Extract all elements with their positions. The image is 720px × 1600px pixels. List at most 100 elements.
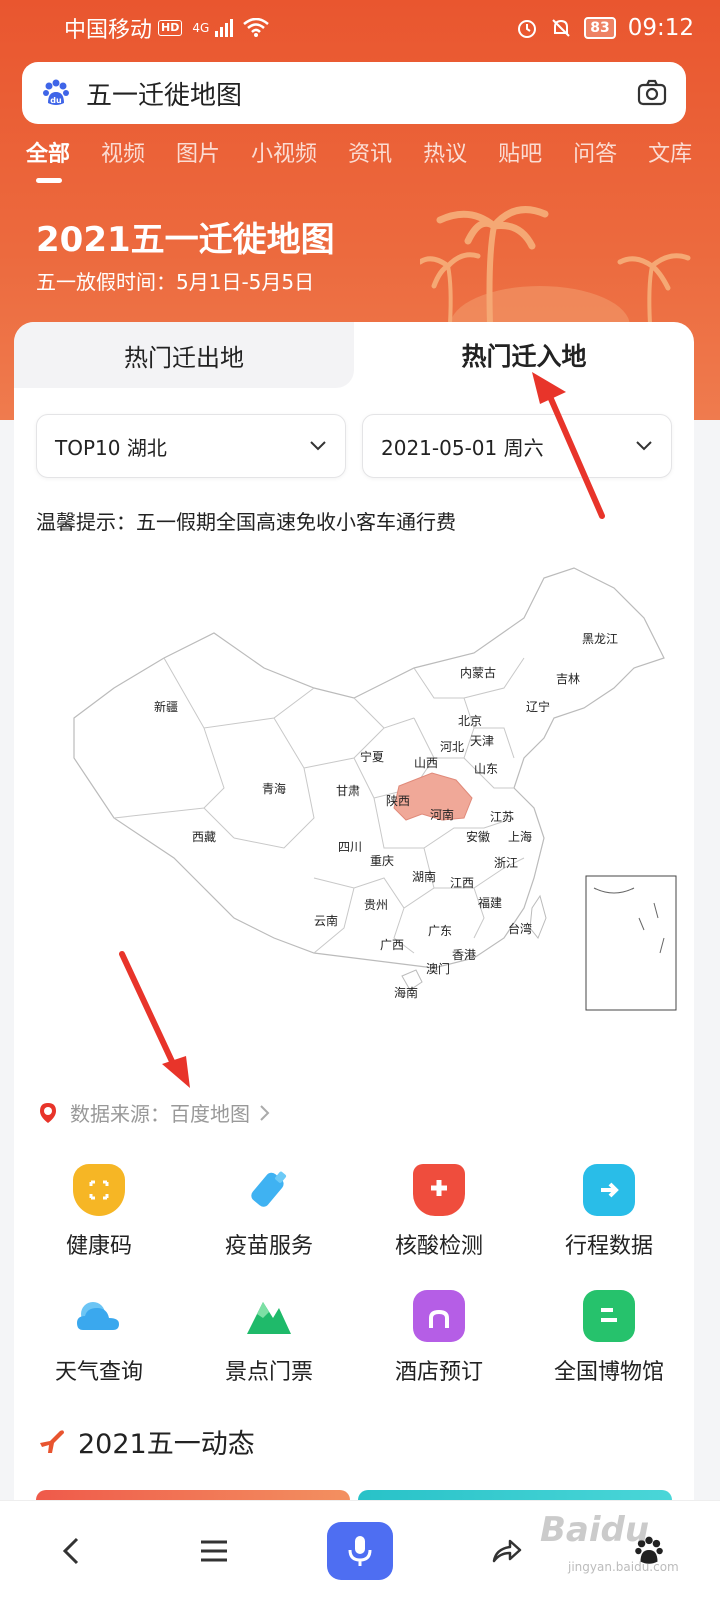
- svg-text:du: du: [50, 96, 62, 105]
- signal-icon: [215, 19, 234, 37]
- region-select-value: TOP10 湖北: [55, 435, 167, 460]
- province-label: 甘肃: [336, 784, 361, 798]
- province-label: 黑龙江: [582, 632, 619, 646]
- province-label: 西藏: [192, 830, 217, 844]
- palm-trees-illustration: [420, 206, 691, 326]
- weather-icon: [73, 1290, 125, 1342]
- tab-qa[interactable]: 问答: [573, 136, 617, 168]
- back-button[interactable]: [41, 1521, 101, 1581]
- province-label: 江苏: [490, 810, 515, 824]
- tab-video[interactable]: 视频: [101, 136, 145, 168]
- province-label: 内蒙古: [460, 666, 497, 680]
- province-label: 山西: [414, 756, 439, 770]
- province-label: 湖南: [412, 870, 437, 884]
- province-label: 重庆: [370, 854, 395, 868]
- nucleic-test-icon: [413, 1164, 465, 1216]
- service-grid: 健康码 疫苗服务 核酸检测 行程数据 天气查询 景点门票 酒店预订 全国博物馆: [14, 1164, 694, 1386]
- status-bar: 中国移动 HD 4G 83 09:12: [0, 0, 720, 56]
- share-button[interactable]: [476, 1521, 536, 1581]
- province-label: 海南: [394, 986, 419, 1000]
- service-museum[interactable]: 全国博物馆: [524, 1290, 694, 1386]
- clock: 09:12: [627, 15, 694, 41]
- tab-outbound[interactable]: 热门迁出地: [14, 322, 354, 388]
- baidu-watermark: Baidu: [540, 1510, 650, 1550]
- province-label: 江西: [450, 876, 475, 890]
- tab-images[interactable]: 图片: [176, 136, 220, 168]
- airplane-icon: [40, 1429, 64, 1453]
- hero-title: 2021五一迁徙地图: [36, 220, 335, 260]
- migration-card: 热门迁出地 热门迁入地 TOP10 湖北 2021-05-01 周六 温馨提示：…: [14, 322, 694, 1522]
- camera-icon[interactable]: [636, 77, 668, 109]
- health-code-icon: [73, 1164, 125, 1216]
- date-select-value: 2021-05-01 周六: [381, 435, 544, 460]
- chevron-right-icon: [260, 1104, 270, 1121]
- search-box[interactable]: du 五一迁徙地图: [22, 62, 686, 124]
- service-weather[interactable]: 天气查询: [14, 1290, 184, 1386]
- alarm-icon: [518, 20, 537, 38]
- menu-icon: [201, 1540, 228, 1561]
- china-map[interactable]: 黑龙江 吉林 辽宁 内蒙古 新疆 北京 天津 河北 宁夏 山西 山东 青海 甘肃…: [54, 558, 694, 1028]
- tab-all[interactable]: 全部: [26, 136, 70, 183]
- province-label: 新疆: [154, 700, 179, 714]
- chevron-down-icon: [636, 441, 652, 451]
- search-tabs: 全部 视频 图片 小视频 资讯 热议 贴吧 问答 文库: [26, 136, 692, 183]
- province-label: 山东: [474, 762, 499, 776]
- date-select[interactable]: 2021-05-01 周六: [362, 414, 672, 478]
- menu-button[interactable]: [184, 1521, 244, 1581]
- province-label: 四川: [338, 840, 363, 854]
- service-hotel[interactable]: 酒店预订: [354, 1290, 524, 1386]
- service-label: 天气查询: [54, 1360, 143, 1385]
- service-label: 健康码: [65, 1234, 132, 1259]
- province-label: 河北: [440, 740, 465, 754]
- province-label: 青海: [262, 782, 287, 796]
- warm-tip: 温馨提示：五一假期全国高速免收小客车通行费: [36, 510, 456, 534]
- region-select[interactable]: TOP10 湖北: [36, 414, 346, 478]
- itinerary-icon: [583, 1164, 635, 1216]
- china-map-outline: [73, 567, 677, 1011]
- tab-wenku[interactable]: 文库: [648, 136, 692, 168]
- microphone-icon: [348, 1535, 372, 1566]
- data-source-text: 数据来源：百度地图: [70, 1102, 250, 1126]
- data-source-link[interactable]: 数据来源：百度地图: [36, 1098, 272, 1127]
- tab-news[interactable]: 资讯: [348, 136, 392, 168]
- service-scenic-ticket[interactable]: 景点门票: [184, 1290, 354, 1386]
- province-label: 澳门: [426, 962, 451, 976]
- hotel-icon: [413, 1290, 465, 1342]
- tab-inbound[interactable]: 热门迁入地: [354, 322, 694, 388]
- tab-tieba[interactable]: 贴吧: [498, 136, 542, 168]
- watermark-url: jingyan.baidu.com: [568, 1560, 679, 1574]
- scenic-ticket-icon: [243, 1290, 295, 1342]
- battery-level: 83: [584, 17, 616, 39]
- service-nucleic-test[interactable]: 核酸检测: [354, 1164, 524, 1260]
- province-label: 贵州: [364, 898, 389, 912]
- voice-search-button[interactable]: [326, 1521, 393, 1580]
- service-itinerary[interactable]: 行程数据: [524, 1164, 694, 1260]
- network-type: 4G: [192, 21, 210, 35]
- tab-discussion[interactable]: 热议: [423, 136, 467, 168]
- province-label: 宁夏: [360, 750, 385, 764]
- dynamics-title: 2021五一动态: [78, 1429, 255, 1460]
- museum-icon: [583, 1290, 635, 1342]
- service-label: 疫苗服务: [224, 1234, 313, 1259]
- mute-bell-icon: [552, 19, 570, 37]
- service-vaccine[interactable]: 疫苗服务: [184, 1164, 354, 1260]
- wifi-icon: [243, 18, 270, 37]
- carrier-name: 中国移动: [64, 18, 153, 43]
- hd-badge: HD: [158, 20, 183, 36]
- service-label: 全国博物馆: [553, 1360, 664, 1385]
- tab-short-video[interactable]: 小视频: [251, 136, 317, 168]
- service-label: 核酸检测: [394, 1234, 483, 1259]
- service-label: 行程数据: [564, 1234, 653, 1259]
- province-label: 天津: [470, 734, 495, 748]
- chevron-left-icon: [63, 1537, 79, 1564]
- dynamics-section-title: 2021五一动态: [38, 1422, 255, 1461]
- service-health-code[interactable]: 健康码: [14, 1164, 184, 1260]
- province-label: 辽宁: [526, 700, 551, 714]
- search-query[interactable]: 五一迁徙地图: [86, 75, 636, 112]
- province-label: 浙江: [494, 856, 519, 870]
- chevron-down-icon: [310, 441, 326, 451]
- province-label: 云南: [314, 914, 339, 928]
- province-label: 河南: [430, 808, 455, 822]
- carrier-info: 中国移动 HD 4G: [64, 12, 270, 44]
- migration-sub-tabs: 热门迁出地 热门迁入地: [14, 322, 694, 388]
